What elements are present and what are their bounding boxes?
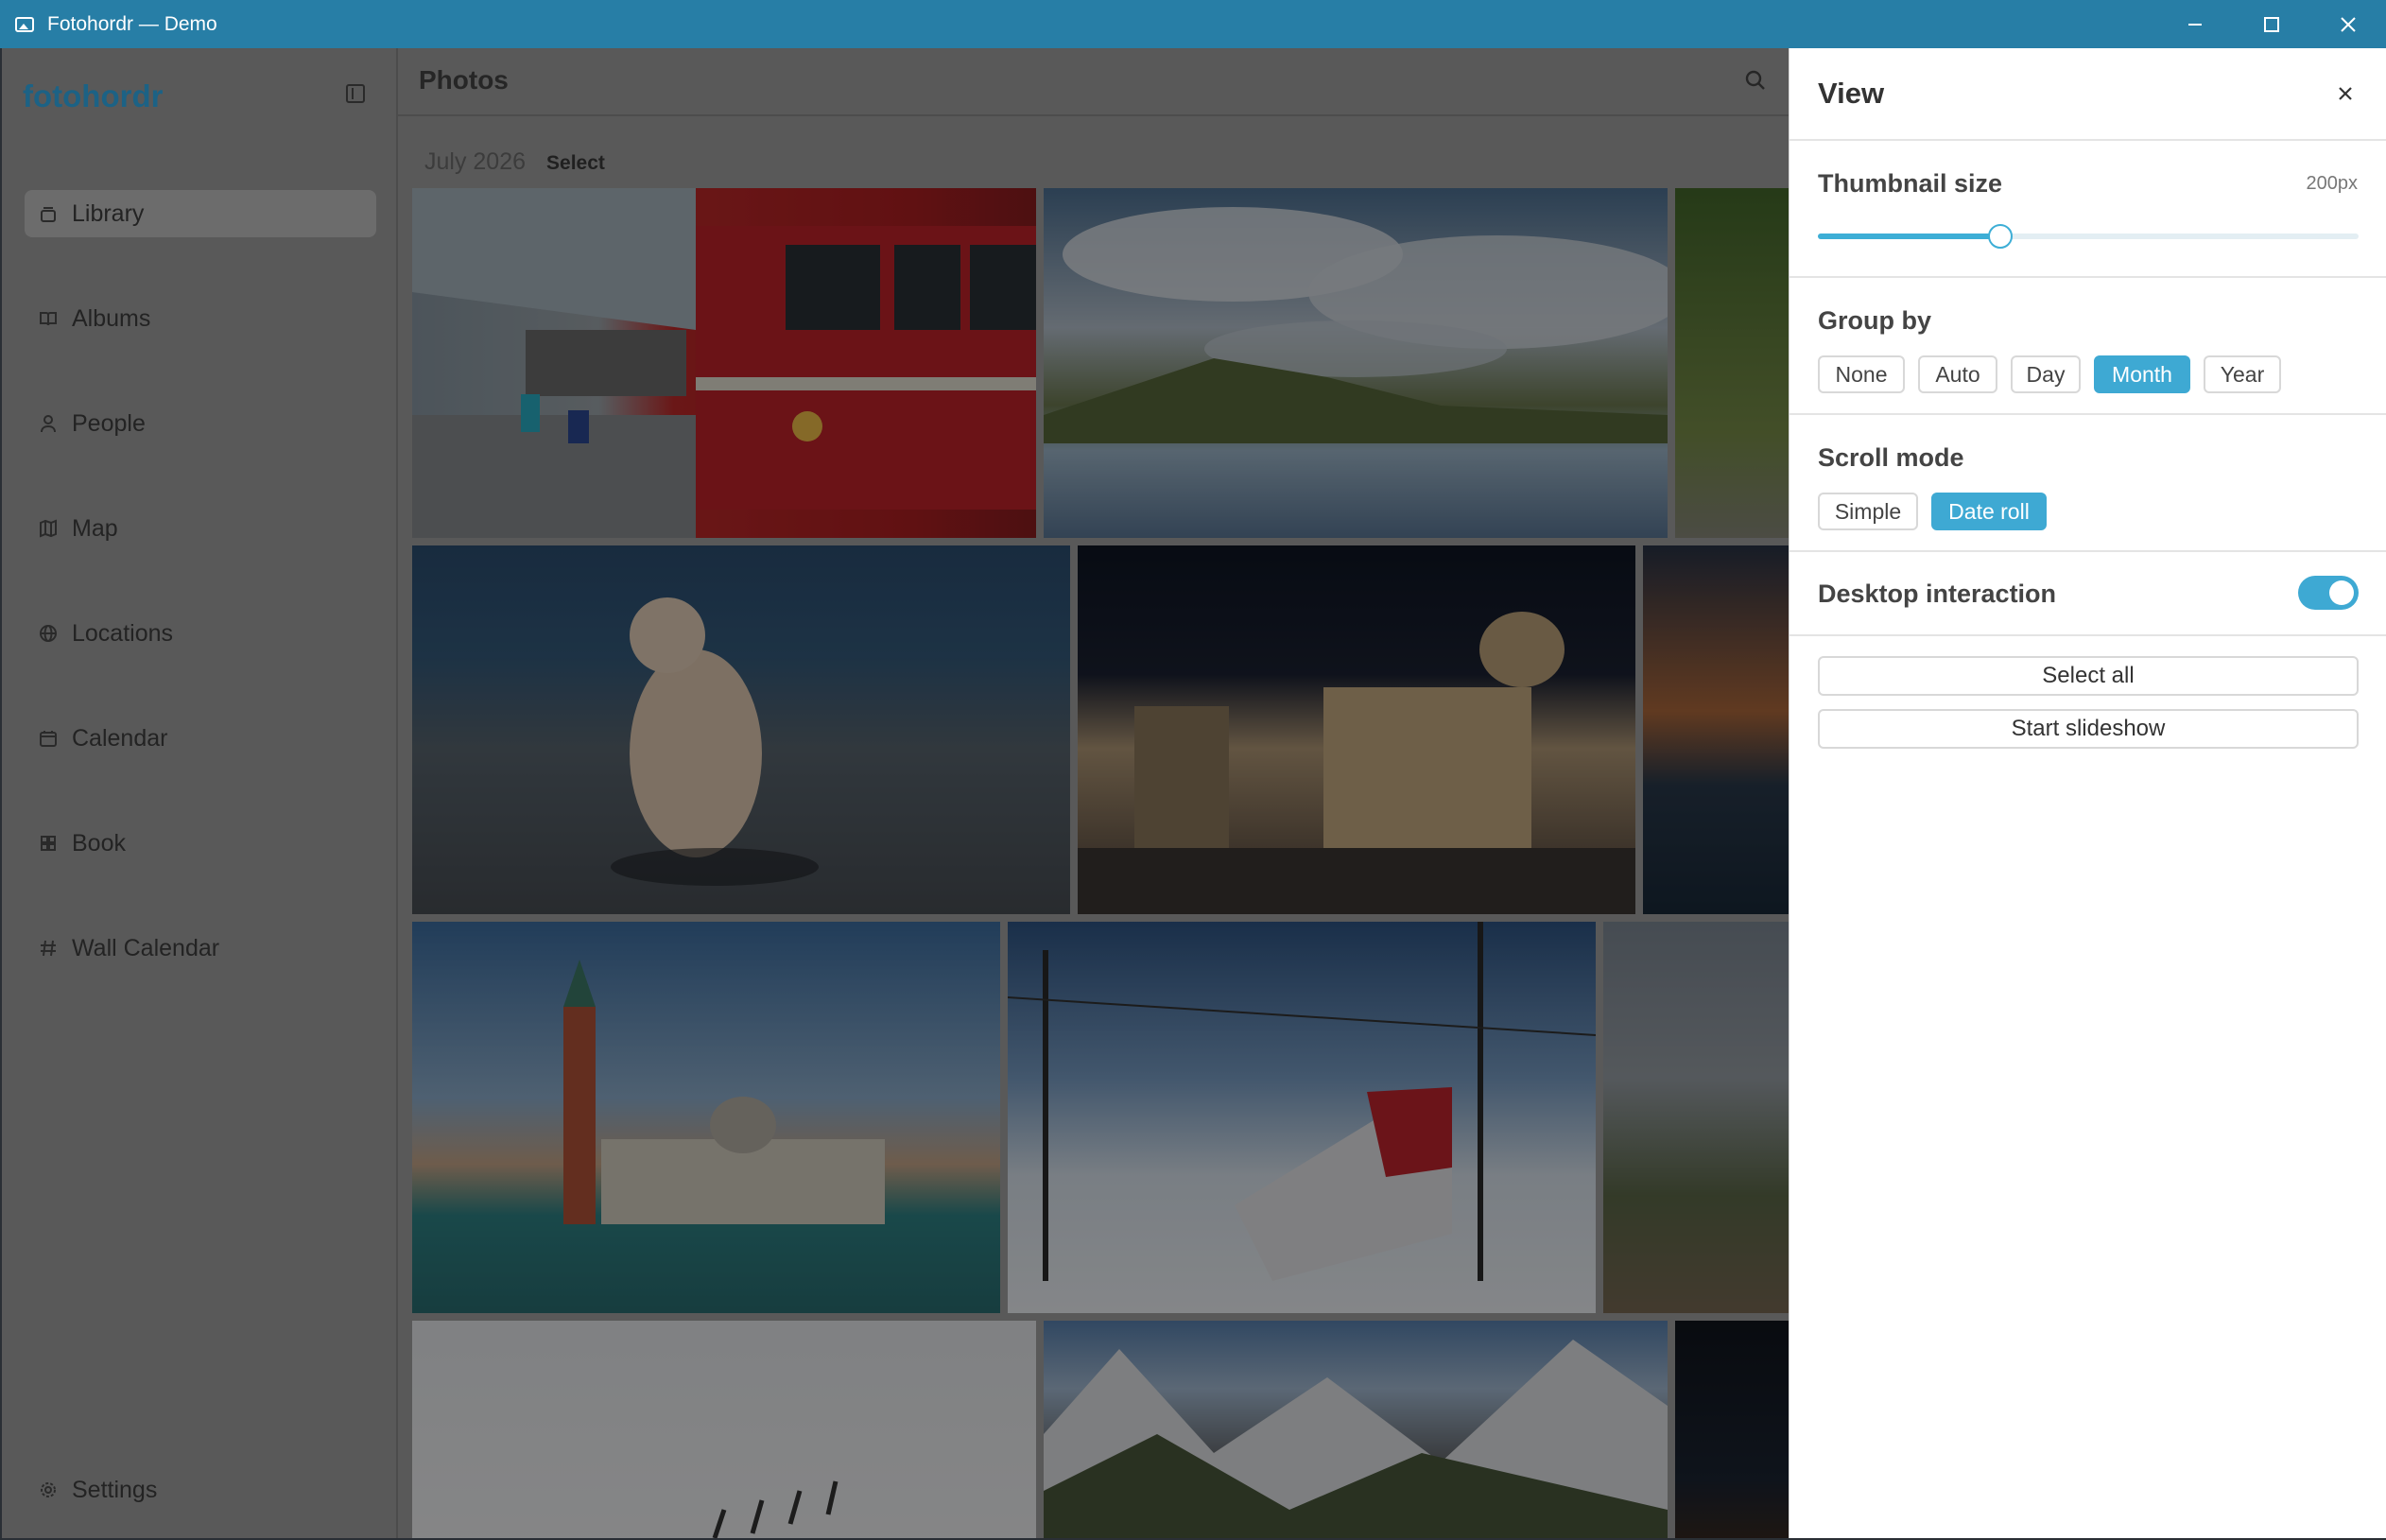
slider-fill (1818, 234, 1999, 239)
divider (1790, 276, 2386, 278)
collapse-sidebar-icon[interactable] (346, 84, 365, 103)
close-icon (2340, 16, 2356, 32)
sidebar-item-label: People (72, 409, 146, 437)
sidebar-item-label: Library (72, 199, 145, 227)
view-panel: View Thumbnail size 200px Group by None … (1789, 48, 2386, 1538)
sidebar-item-label: Calendar (72, 724, 168, 752)
minimize-icon (2187, 23, 2202, 26)
hash-icon (38, 938, 59, 959)
book-open-icon (38, 308, 59, 329)
divider (1790, 139, 2386, 141)
sidebar-item-people[interactable]: People (25, 400, 376, 447)
photo-library: Photos July 2026 Select (398, 48, 1789, 1538)
person-icon (38, 413, 59, 434)
sidebar-item-settings[interactable]: Settings (25, 1466, 376, 1514)
gear-icon (38, 1479, 59, 1500)
sidebar-item-locations[interactable]: Locations (25, 610, 376, 657)
start-slideshow-button[interactable]: Start slideshow (1818, 709, 2359, 749)
scroll-mode-label: Scroll mode (1818, 443, 1964, 472)
window-title: Fotohordr — Demo (47, 12, 217, 35)
group-by-label: Group by (1818, 306, 1931, 335)
photo-thumbnail[interactable] (1675, 1321, 1789, 1538)
photo-thumbnail[interactable] (1078, 545, 1635, 914)
group-by-day[interactable]: Day (2011, 355, 2081, 393)
sidebar-item-label: Book (72, 829, 126, 857)
photo-thumbnail[interactable] (412, 1321, 1036, 1538)
sidebar-item-label: Albums (72, 304, 151, 332)
globe-icon (38, 623, 59, 644)
photo-thumbnail[interactable] (412, 188, 1036, 538)
select-all-button[interactable]: Select all (1818, 656, 2359, 696)
sidebar-item-map[interactable]: Map (25, 505, 376, 552)
group-by-none[interactable]: None (1818, 355, 1905, 393)
desktop-interaction-toggle[interactable] (2298, 576, 2359, 610)
photo-thumbnail[interactable] (1044, 1321, 1668, 1538)
minimize-button[interactable] (2156, 0, 2233, 48)
photo-thumbnail[interactable] (1603, 922, 1789, 1313)
desktop-interaction-label: Desktop interaction (1818, 580, 2057, 608)
title-bar: Fotohordr — Demo (0, 0, 2386, 48)
search-icon (1745, 70, 1765, 90)
app-icon (15, 16, 34, 32)
thumbnail-size-label: Thumbnail size (1818, 169, 2003, 198)
photo-thumbnail[interactable] (1643, 545, 1789, 914)
photo-thumbnail[interactable] (1675, 188, 1789, 538)
divider (1790, 550, 2386, 552)
calendar-icon (38, 728, 59, 749)
scroll-mode-date-roll[interactable]: Date roll (1931, 493, 2047, 530)
photo-thumbnail[interactable] (1044, 188, 1668, 538)
search-button[interactable] (1744, 69, 1767, 96)
select-link[interactable]: Select (546, 152, 605, 175)
map-icon (38, 518, 59, 539)
photo-thumbnail[interactable] (412, 545, 1070, 914)
thumbnail-size-slider[interactable] (1818, 224, 2359, 249)
maximize-icon (2263, 16, 2279, 32)
maximize-button[interactable] (2233, 0, 2309, 48)
photo-thumbnail[interactable] (1008, 922, 1596, 1313)
sidebar-item-library[interactable]: Library (25, 190, 376, 237)
main-header: Photos (398, 48, 1789, 116)
sidebar-item-label: Locations (72, 619, 174, 647)
page-title: Photos (419, 65, 509, 95)
group-by-auto[interactable]: Auto (1918, 355, 1997, 393)
close-panel-button[interactable] (2334, 82, 2357, 105)
close-window-button[interactable] (2309, 0, 2386, 48)
photo-thumbnail[interactable] (412, 922, 1000, 1313)
divider (1790, 413, 2386, 415)
sidebar-item-calendar[interactable]: Calendar (25, 715, 376, 762)
library-icon (38, 203, 59, 224)
scroll-mode-simple[interactable]: Simple (1818, 493, 1918, 530)
sidebar-item-label: Settings (72, 1476, 158, 1503)
divider (1790, 634, 2386, 636)
close-icon (2339, 87, 2352, 100)
thumbnail-size-value: 200px (2306, 173, 2359, 194)
sidebar-item-albums[interactable]: Albums (25, 295, 376, 342)
group-by-year[interactable]: Year (2204, 355, 2281, 393)
sidebar-item-wall-calendar[interactable]: Wall Calendar (25, 925, 376, 972)
window-controls (2156, 0, 2386, 48)
grid-icon (38, 833, 59, 854)
sidebar-item-label: Wall Calendar (72, 934, 220, 961)
group-date: July 2026 (424, 148, 527, 175)
sidebar-item-book[interactable]: Book (25, 820, 376, 867)
group-header: July 2026 Select (424, 148, 605, 176)
slider-thumb[interactable] (1987, 224, 2013, 249)
sidebar-item-label: Map (72, 514, 118, 542)
toggle-knob (2329, 580, 2354, 605)
sidebar: fotohordr Library Albums People Map Loca… (2, 48, 398, 1538)
panel-title: View (1818, 77, 1885, 110)
group-by-month[interactable]: Month (2094, 355, 2190, 393)
brand-logo: fotohordr (23, 78, 164, 113)
